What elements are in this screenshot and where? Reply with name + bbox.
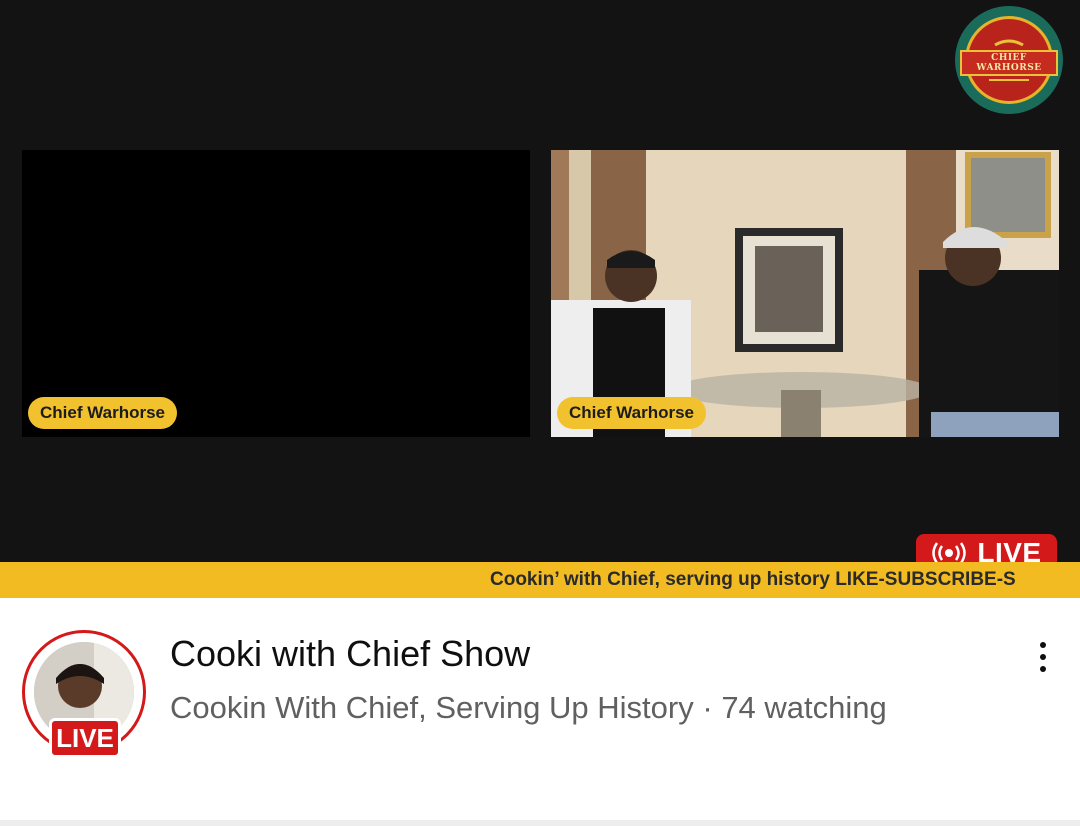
news-ticker: Cookin’ with Chief, serving up history L… (0, 562, 1080, 598)
stream-meta: Cookin With Chief, Serving Up History · … (170, 690, 887, 726)
participant-name-label: Chief Warhorse (28, 397, 178, 429)
ticker-text: Cookin’ with Chief, serving up history L… (490, 569, 1016, 590)
participant-name-label: Chief Warhorse (557, 397, 707, 429)
video-frame-scene (551, 150, 1059, 437)
channel-logo: CHIEF WARHORSE (955, 6, 1063, 114)
logo-ornament-icon (989, 78, 1029, 81)
channel-name[interactable]: Cookin With Chief, Serving Up History (170, 690, 694, 725)
avatar-live-badge: LIVE (49, 718, 121, 758)
stream-title[interactable]: Cooki with Chief Show (170, 633, 530, 675)
logo-text: CHIEF WARHORSE (960, 49, 1058, 76)
channel-avatar[interactable]: LIVE (22, 630, 148, 758)
meta-separator: · (702, 690, 713, 725)
video-player[interactable]: CHIEF WARHORSE Chief Warhorse Chief Warh… (0, 0, 1080, 598)
viewer-count: 74 watching (721, 690, 887, 725)
video-tile-2[interactable]: Chief Warhorse (551, 150, 1059, 437)
more-vert-icon[interactable] (1024, 636, 1062, 678)
feather-icon (994, 39, 1024, 46)
divider (0, 820, 1080, 826)
video-tile-1[interactable]: Chief Warhorse (22, 150, 530, 437)
